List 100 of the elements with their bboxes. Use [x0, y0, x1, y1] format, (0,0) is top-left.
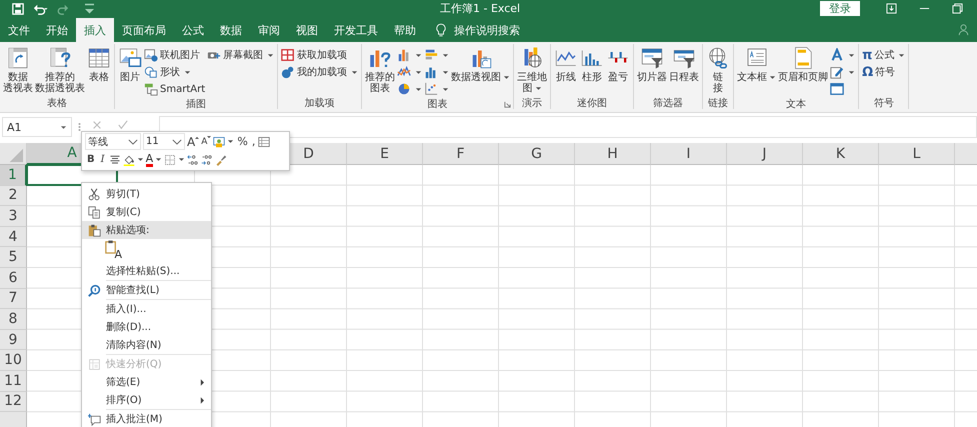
ribbon-button[interactable]: 屏幕截图 — [206, 47, 276, 63]
add-in-icon — [281, 65, 296, 79]
ribbon-button[interactable]: 切片器 — [636, 46, 668, 96]
sign-in-button[interactable]: 登录 — [820, 1, 860, 16]
row-header[interactable]: 12 — [0, 392, 27, 412]
paste-option-button[interactable]: A — [105, 240, 122, 261]
column-header[interactable]: I — [651, 143, 727, 165]
ribbon-button[interactable]: 数据 透视表 — [2, 46, 34, 96]
ribbon-tab[interactable]: 视图 — [288, 18, 326, 42]
ribbon-display-icon[interactable] — [886, 3, 897, 14]
format-button[interactable]: % — [236, 134, 249, 150]
decrease-font-button[interactable]: A — [201, 134, 212, 150]
person-icon[interactable] — [958, 24, 969, 36]
ribbon-tab[interactable]: 插入 — [76, 18, 114, 42]
ribbon-tab[interactable]: 审阅 — [250, 18, 288, 42]
row-header[interactable]: 10 — [0, 350, 27, 371]
chart-type-button[interactable] — [829, 47, 856, 63]
table-icon — [87, 46, 111, 70]
save-icon[interactable] — [12, 2, 24, 14]
fill-bucket-icon — [122, 154, 135, 166]
column-header[interactable]: J — [727, 143, 803, 165]
italic-button[interactable]: I — [98, 152, 107, 168]
ribbon-button[interactable]: 链 接 — [705, 46, 732, 96]
ribbon-button[interactable]: 页眉和页脚 — [777, 46, 830, 97]
font-size-field[interactable]: 11 — [143, 133, 185, 150]
ribbon-button[interactable]: 盈亏 — [605, 46, 632, 96]
font-name-field[interactable]: 等线 — [85, 133, 141, 150]
column-header[interactable]: E — [347, 143, 423, 165]
menu-item[interactable]: 选择性粘贴(S)... — [82, 262, 211, 280]
menu-item[interactable]: 剪切(T) — [82, 185, 211, 203]
group-label: 图表 — [428, 98, 448, 110]
ribbon-tab[interactable]: 页面布局 — [114, 18, 174, 42]
column-header[interactable]: F — [423, 143, 499, 165]
font-color-button[interactable]: A — [146, 152, 162, 168]
row-header[interactable]: 3 — [0, 206, 27, 227]
row-header[interactable]: 5 — [0, 247, 27, 268]
menu-item[interactable]: 智能查找(L) — [82, 281, 211, 299]
chart-type-button[interactable] — [423, 81, 450, 97]
window-icon — [830, 82, 844, 96]
ribbon-button[interactable]: 推荐的 图表 — [364, 46, 396, 97]
tell-me-search[interactable]: 操作说明搜索 — [436, 18, 520, 42]
ribbon-button[interactable]: 折线 — [553, 46, 580, 96]
restore-icon[interactable] — [952, 3, 963, 14]
ribbon-button[interactable]: 联机图片 — [143, 47, 206, 63]
formula-input[interactable] — [159, 116, 977, 138]
ribbon-button[interactable]: 我的加载项 — [280, 64, 360, 80]
ribbon-button[interactable]: 文本框 — [736, 46, 778, 97]
ribbon-button[interactable]: 表格 — [86, 46, 112, 96]
ribbon-tab[interactable]: 文件 — [0, 18, 38, 42]
ribbon-button[interactable]: π 公式 — [861, 47, 906, 63]
ribbon-tab[interactable]: 开始 — [38, 18, 76, 42]
name-box[interactable]: A1 — [2, 117, 72, 137]
ribbon-tab[interactable]: 公式 — [174, 18, 212, 42]
chart-type-button[interactable] — [829, 64, 856, 80]
caret-icon — [848, 52, 856, 58]
row-header[interactable]: 4 — [0, 226, 27, 248]
ribbon-button[interactable]: 推荐的 数据透视表 — [34, 46, 86, 96]
row-header[interactable]: 1 — [0, 165, 27, 186]
menu-header: 粘贴选项: — [82, 221, 211, 239]
pivot-table-icon — [6, 46, 30, 70]
submenu-arrow-icon — [200, 378, 204, 386]
chart-type-button[interactable] — [396, 81, 424, 97]
group-label: 表格 — [47, 96, 67, 110]
row-header[interactable]: 11 — [0, 370, 27, 392]
wordart-icon — [830, 48, 844, 62]
ribbon-tab[interactable]: 帮助 — [386, 18, 424, 42]
bold-button[interactable]: B — [85, 152, 97, 168]
menu-item[interactable]: 排序(O) — [82, 391, 211, 409]
menu-item[interactable]: 复制(C) — [82, 203, 211, 221]
column-header[interactable]: G — [499, 143, 575, 165]
row-header[interactable]: 7 — [0, 288, 27, 310]
histogram-icon — [424, 65, 438, 79]
column-header[interactable]: H — [575, 143, 651, 165]
increase-font-button[interactable]: A — [187, 134, 200, 150]
ribbon-button[interactable]: 三维地 图 — [516, 46, 548, 96]
ribbon-button[interactable]: SmartArt — [143, 81, 206, 97]
ribbon-button[interactable]: 数据透视图 — [450, 46, 512, 97]
undo-icon[interactable] — [33, 2, 48, 14]
ribbon-tab[interactable]: 开发工具 — [326, 18, 386, 42]
ribbon-button[interactable]: Ω符号 — [861, 64, 906, 80]
row-header[interactable]: 9 — [0, 330, 27, 350]
menu-item[interactable]: 删除(D)... — [82, 318, 211, 336]
ribbon-button[interactable]: 日程表 — [668, 46, 700, 96]
column-header[interactable]: K — [803, 143, 879, 165]
menu-item[interactable]: 清除内容(N) — [82, 336, 211, 354]
row-header[interactable]: 6 — [0, 268, 27, 289]
row-header[interactable]: 8 — [0, 309, 27, 330]
ribbon-button[interactable]: 柱形 — [579, 46, 606, 96]
ribbon-button[interactable]: 获取加载项 — [280, 47, 360, 63]
menu-item[interactable]: 筛选(E) — [82, 373, 211, 391]
ribbon-tab[interactable]: 数据 — [212, 18, 250, 42]
ribbon-button[interactable]: 图片 — [117, 46, 143, 97]
format-button[interactable]: , — [250, 134, 256, 150]
column-header[interactable]: L — [879, 143, 955, 165]
menu-item[interactable]: 插入(I)... — [82, 300, 211, 318]
menu-item[interactable]: 插入批注(M) — [82, 410, 211, 427]
chart-type-button[interactable] — [396, 47, 424, 63]
row-header[interactable]: 2 — [0, 186, 27, 206]
ribbon-button[interactable]: 形状 — [143, 64, 206, 80]
dialog-launcher-icon[interactable] — [504, 101, 512, 108]
